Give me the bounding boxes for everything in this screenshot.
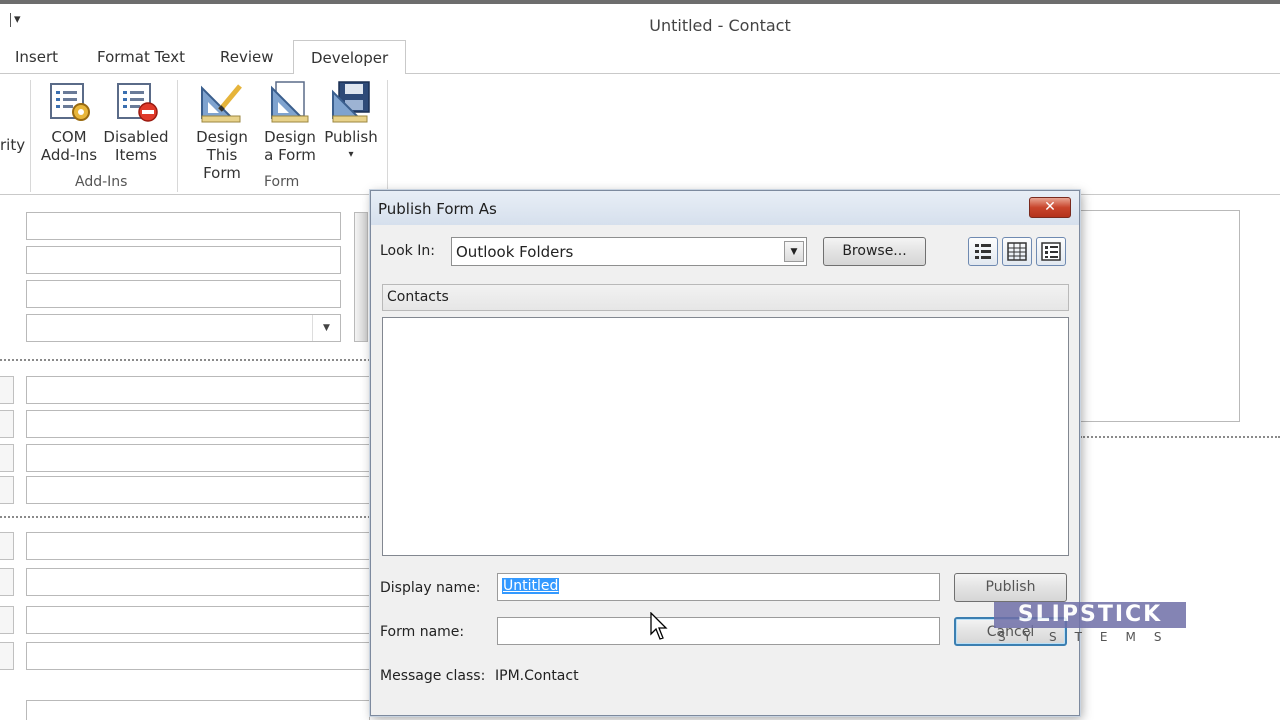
field-label-button[interactable] bbox=[0, 376, 14, 404]
title-bar: ▾ Untitled - Contact bbox=[0, 0, 1280, 40]
design-this-form-line2: This Form bbox=[203, 146, 241, 182]
group-separator bbox=[30, 80, 31, 192]
display-name-value: Untitled bbox=[502, 578, 560, 594]
current-folder-name: Contacts bbox=[387, 289, 449, 305]
form-side-panel bbox=[354, 212, 368, 342]
form-field[interactable] bbox=[26, 606, 370, 634]
slipstick-logo: SLIPSTICK SYSTEMS bbox=[994, 602, 1186, 644]
com-addins-button[interactable]: COM Add-Ins bbox=[38, 80, 100, 164]
com-addins-line2: Add-Ins bbox=[40, 146, 98, 164]
publish-icon bbox=[332, 81, 370, 123]
tab-format-text[interactable]: Format Text bbox=[97, 48, 185, 66]
design-a-form-icon bbox=[271, 81, 309, 123]
window-title: Untitled - Contact bbox=[649, 16, 791, 35]
field-label-button[interactable] bbox=[0, 568, 14, 596]
disabled-items-line1: Disabled bbox=[103, 128, 169, 146]
publish-form-as-dialog: Publish Form As ✕ Look In: Outlook Folde… bbox=[370, 190, 1080, 716]
form-field[interactable] bbox=[26, 476, 370, 504]
look-in-value: Outlook Folders bbox=[456, 243, 574, 261]
design-this-form-icon bbox=[201, 84, 242, 123]
close-icon[interactable]: ✕ bbox=[1029, 197, 1071, 218]
ribbon-tabs: Insert Format Text Review Developer bbox=[0, 40, 1280, 75]
form-name-input[interactable] bbox=[497, 617, 940, 645]
design-this-form-button[interactable]: Design This Form bbox=[186, 80, 258, 182]
form-field[interactable] bbox=[26, 444, 370, 472]
form-field[interactable] bbox=[26, 532, 370, 560]
form-dropdown-field[interactable]: ▼ bbox=[26, 314, 341, 342]
group-separator bbox=[177, 80, 178, 192]
logo-bottom-text: SYSTEMS bbox=[998, 630, 1180, 644]
design-a-form-line1: Design bbox=[264, 128, 316, 146]
message-class-value: IPM.Contact bbox=[495, 668, 579, 684]
design-a-form-button[interactable]: Design a Form bbox=[262, 80, 318, 164]
group-label-addins: Add-Ins bbox=[75, 174, 128, 190]
message-class-label: Message class: bbox=[380, 668, 486, 684]
field-label-button[interactable] bbox=[0, 476, 14, 504]
tab-insert[interactable]: Insert bbox=[15, 48, 58, 66]
chevron-down-icon[interactable]: ▼ bbox=[312, 315, 340, 341]
chevron-down-icon[interactable]: ▼ bbox=[784, 241, 804, 262]
details-view-glyph bbox=[1007, 242, 1027, 261]
section-divider bbox=[0, 516, 370, 518]
tab-developer[interactable]: Developer bbox=[293, 40, 407, 75]
form-field[interactable] bbox=[26, 642, 370, 670]
design-a-form-line2: a Form bbox=[264, 146, 316, 164]
mouse-cursor-icon bbox=[650, 612, 668, 640]
group-label-form: Form bbox=[264, 174, 300, 190]
form-field[interactable] bbox=[26, 568, 370, 596]
field-label-button[interactable] bbox=[0, 642, 14, 670]
look-in-select[interactable]: Outlook Folders ▼ bbox=[451, 237, 807, 266]
group-separator bbox=[387, 80, 388, 192]
section-divider bbox=[1080, 436, 1280, 438]
form-field[interactable] bbox=[26, 246, 341, 274]
publish-button[interactable]: Publish ▾ bbox=[322, 80, 380, 164]
contact-picture-frame[interactable] bbox=[1080, 210, 1240, 422]
ribbon-partial-label[interactable]: rity bbox=[0, 136, 25, 154]
display-name-label: Display name: bbox=[380, 580, 481, 596]
dialog-title: Publish Form As bbox=[378, 200, 497, 218]
form-field[interactable] bbox=[26, 376, 370, 404]
form-field[interactable] bbox=[26, 212, 341, 240]
section-divider bbox=[0, 359, 370, 361]
form-field[interactable] bbox=[26, 410, 370, 438]
ribbon: rity COM Add-Ins Disabled Items Add-Ins bbox=[0, 74, 1280, 195]
tab-review[interactable]: Review bbox=[220, 48, 274, 66]
disabled-items-icon bbox=[117, 83, 158, 122]
design-this-form-line1: Design bbox=[196, 128, 248, 146]
logo-top-text: SLIPSTICK bbox=[994, 602, 1186, 628]
disabled-items-line2: Items bbox=[115, 146, 157, 164]
publish-line1: Publish bbox=[324, 128, 378, 146]
field-label-button[interactable] bbox=[0, 410, 14, 438]
properties-view-icon[interactable] bbox=[1036, 237, 1066, 266]
properties-view-glyph bbox=[1041, 242, 1061, 261]
form-name-label: Form name: bbox=[380, 624, 465, 640]
field-label-button[interactable] bbox=[0, 532, 14, 560]
browse-button[interactable]: Browse... bbox=[823, 237, 926, 266]
com-addins-icon bbox=[50, 83, 90, 121]
form-field[interactable] bbox=[26, 280, 341, 308]
list-view-glyph bbox=[975, 244, 991, 259]
form-field[interactable] bbox=[26, 700, 370, 720]
field-label-button[interactable] bbox=[0, 444, 14, 472]
current-folder-bar: Contacts bbox=[382, 284, 1069, 311]
publish-dialog-button[interactable]: Publish bbox=[954, 573, 1067, 602]
look-in-label: Look In: bbox=[380, 243, 435, 259]
details-view-icon[interactable] bbox=[1002, 237, 1032, 266]
dialog-title-bar[interactable]: Publish Form As ✕ bbox=[371, 191, 1079, 225]
forms-list[interactable] bbox=[382, 317, 1069, 556]
list-view-icon[interactable] bbox=[968, 237, 998, 266]
display-name-input[interactable]: Untitled bbox=[497, 573, 940, 601]
field-label-button[interactable] bbox=[0, 606, 14, 634]
com-addins-line1: COM bbox=[51, 128, 87, 146]
publish-dropdown-arrow-icon[interactable]: ▾ bbox=[322, 146, 380, 164]
disabled-items-button[interactable]: Disabled Items bbox=[102, 80, 170, 164]
